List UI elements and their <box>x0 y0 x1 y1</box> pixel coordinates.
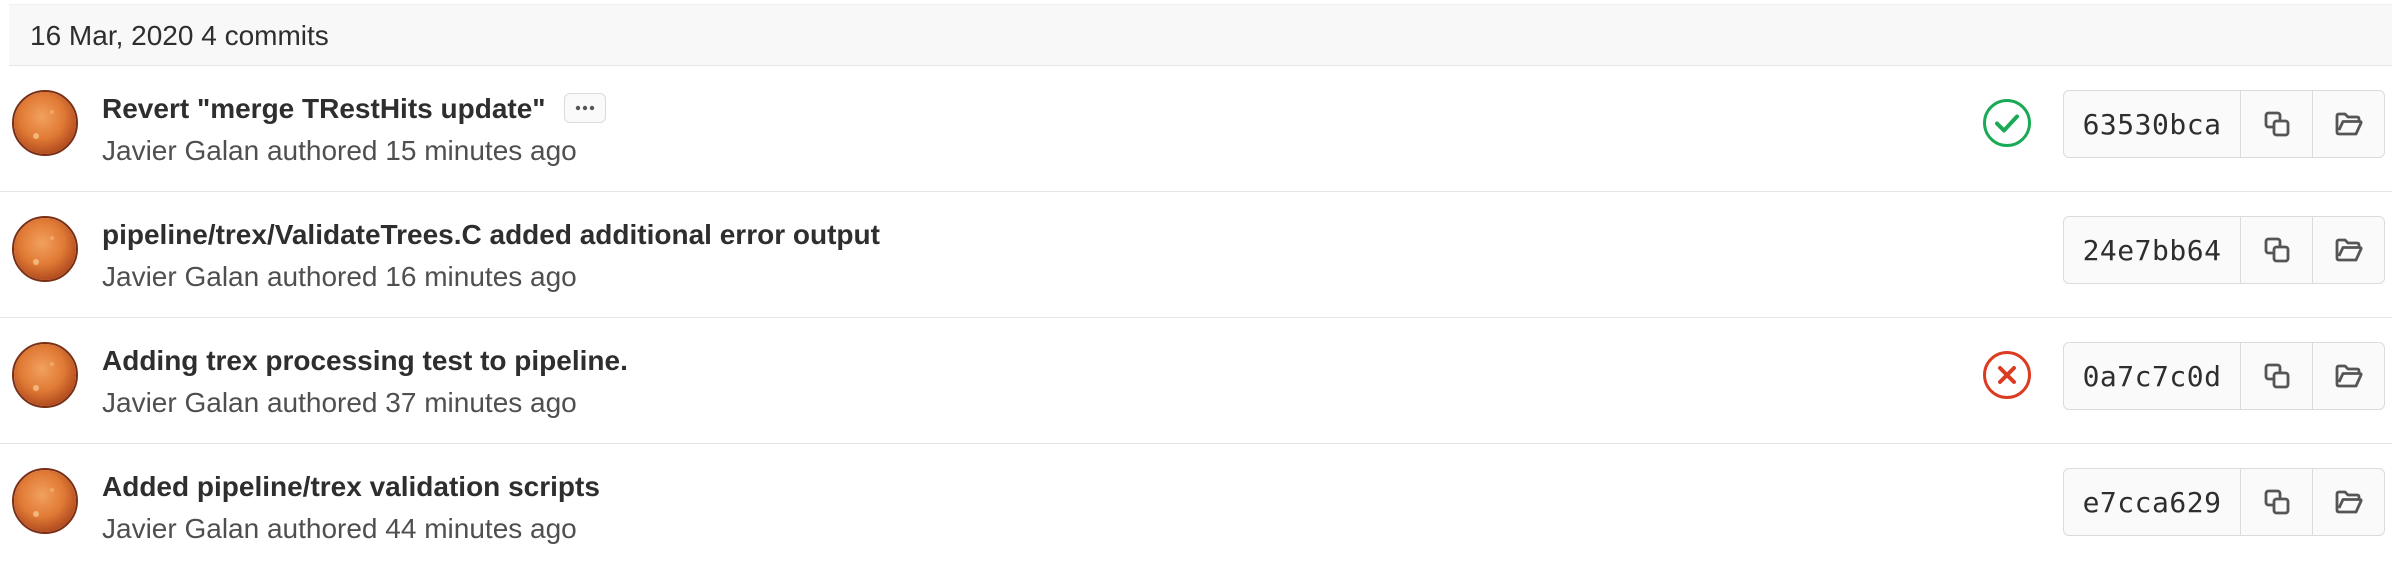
avatar[interactable] <box>12 216 78 282</box>
day-header-date: 16 Mar, 2020 <box>30 20 194 51</box>
status-failed-icon <box>1983 351 2031 399</box>
browse-files-button[interactable] <box>2313 343 2384 409</box>
day-header-count: 4 commits <box>201 20 329 51</box>
commit-title: Adding trex processing test to pipeline. <box>102 342 628 380</box>
commit-time: 15 minutes ago <box>385 135 577 166</box>
commit-row: Revert "merge TRestHits update" Javier G… <box>0 66 2392 192</box>
avatar[interactable] <box>12 90 78 156</box>
browse-files-button[interactable] <box>2313 217 2384 283</box>
commit-author[interactable]: Javier Galan <box>102 513 259 544</box>
pipeline-status-passed[interactable] <box>1982 98 2032 148</box>
ellipsis-icon <box>575 105 594 110</box>
copy-sha-button[interactable] <box>2241 217 2313 283</box>
copy-sha-button[interactable] <box>2241 469 2313 535</box>
commit-title: pipeline/trex/ValidateTrees.C added addi… <box>102 216 880 254</box>
authored-label: authored <box>266 261 378 292</box>
commit-title: Revert "merge TRestHits update" <box>102 90 606 128</box>
authored-label: authored <box>266 513 378 544</box>
commit-row: Added pipeline/trex validation scripts J… <box>0 444 2392 570</box>
folder-open-icon <box>2335 364 2363 388</box>
commit-sha-button[interactable]: 24e7bb64 <box>2064 217 2241 283</box>
commit-author[interactable]: Javier Galan <box>102 387 259 418</box>
commit-title-link[interactable]: Adding trex processing test to pipeline. <box>102 345 628 376</box>
commit-time: 16 minutes ago <box>385 261 577 292</box>
toggle-description-button[interactable] <box>563 92 606 123</box>
day-header: 16 Mar, 2020 4 commits <box>9 4 2392 66</box>
commit-sha-group: e7cca629 <box>2063 468 2385 536</box>
commit-sha-button[interactable]: 0a7c7c0d <box>2064 343 2241 409</box>
avatar[interactable] <box>12 468 78 534</box>
commit-sha-button[interactable]: e7cca629 <box>2064 469 2241 535</box>
commit-meta: Javier Galan authored 44 minutes ago <box>102 511 577 547</box>
commit-author[interactable]: Javier Galan <box>102 261 259 292</box>
commit-meta: Javier Galan authored 16 minutes ago <box>102 259 577 295</box>
commit-title-link[interactable]: Added pipeline/trex validation scripts <box>102 471 600 502</box>
authored-label: authored <box>266 387 378 418</box>
commit-meta: Javier Galan authored 37 minutes ago <box>102 385 577 421</box>
pipeline-status-failed[interactable] <box>1982 350 2032 400</box>
copy-icon <box>2264 363 2289 389</box>
commit-sha-group: 63530bca <box>2063 90 2385 158</box>
status-success-icon <box>1983 99 2031 147</box>
copy-icon <box>2264 111 2289 137</box>
commit-sha-group: 0a7c7c0d <box>2063 342 2385 410</box>
commit-title: Added pipeline/trex validation scripts <box>102 468 600 506</box>
copy-sha-button[interactable] <box>2241 343 2313 409</box>
commit-time: 37 minutes ago <box>385 387 577 418</box>
commit-time: 44 minutes ago <box>385 513 577 544</box>
browse-files-button[interactable] <box>2313 91 2384 157</box>
copy-icon <box>2264 489 2289 515</box>
commit-meta: Javier Galan authored 15 minutes ago <box>102 133 577 169</box>
day-header-label: 16 Mar, 2020 4 commits <box>30 20 329 52</box>
browse-files-button[interactable] <box>2313 469 2384 535</box>
commit-row: pipeline/trex/ValidateTrees.C added addi… <box>0 192 2392 318</box>
copy-sha-button[interactable] <box>2241 91 2313 157</box>
folder-open-icon <box>2335 238 2363 262</box>
commit-sha-group: 24e7bb64 <box>2063 216 2385 284</box>
commits-list: 16 Mar, 2020 4 commits Revert "merge TRe… <box>0 0 2392 562</box>
authored-label: authored <box>266 135 378 166</box>
commit-author[interactable]: Javier Galan <box>102 135 259 166</box>
avatar[interactable] <box>12 342 78 408</box>
folder-open-icon <box>2335 112 2363 136</box>
commit-sha-button[interactable]: 63530bca <box>2064 91 2241 157</box>
copy-icon <box>2264 237 2289 263</box>
folder-open-icon <box>2335 490 2363 514</box>
commit-row: Adding trex processing test to pipeline.… <box>0 318 2392 444</box>
commit-title-link[interactable]: pipeline/trex/ValidateTrees.C added addi… <box>102 219 880 250</box>
commit-title-link[interactable]: Revert "merge TRestHits update" <box>102 93 546 124</box>
